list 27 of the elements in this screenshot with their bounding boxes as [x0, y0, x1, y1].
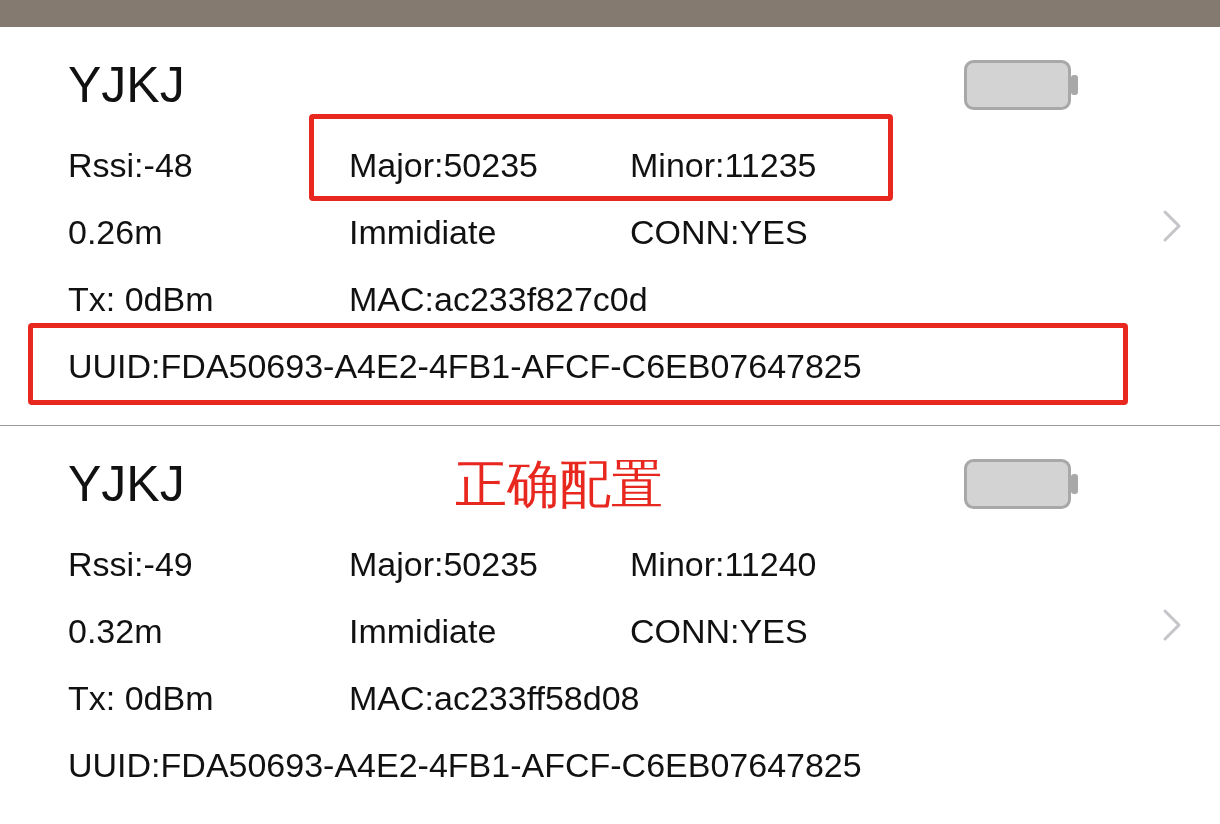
tx-power-text: Tx: 0dBm	[68, 279, 215, 320]
annotation-text: 正确配置	[455, 458, 663, 510]
device-name: YJKJ	[68, 60, 186, 110]
minor-text: Minor:11240	[630, 544, 818, 585]
uuid-text: UUID:FDA50693-A4E2-4FB1-AFCF-C6EB07647825	[68, 346, 862, 387]
distance-text: 0.26m	[68, 212, 164, 253]
major-text: Major:50235	[349, 544, 539, 585]
major-text: Major:50235	[349, 145, 539, 186]
mac-address-text: MAC:ac233f827c0d	[349, 279, 648, 320]
proximity-text: Immidiate	[349, 212, 498, 253]
distance-text: 0.32m	[68, 611, 164, 652]
chevron-right-icon[interactable]	[1162, 209, 1182, 243]
rssi-text: Rssi:-49	[68, 544, 194, 585]
mac-address-text: MAC:ac233ff58d08	[349, 678, 640, 719]
chevron-right-icon[interactable]	[1162, 608, 1182, 642]
proximity-text: Immidiate	[349, 611, 498, 652]
device-name: YJKJ	[68, 459, 186, 509]
minor-text: Minor:11235	[630, 145, 818, 186]
connectable-text: CONN:YES	[630, 611, 809, 652]
uuid-text: UUID:FDA50693-A4E2-4FB1-AFCF-C6EB07647825	[68, 745, 862, 786]
rssi-text: Rssi:-48	[68, 145, 194, 186]
connectable-text: CONN:YES	[630, 212, 809, 253]
device-card[interactable]: YJKJ 正确配置 Rssi:-49 Major:50235 Minor:11240 0.32m Immidiate CONN:YES Tx: 0dBm MAC:ac233ff58d08 UUID:FDA50693-A4E2-4FB1-AFCF-C6EB07647825	[0, 426, 1220, 824]
battery-icon	[964, 459, 1080, 509]
device-card[interactable]: YJKJ Rssi:-48 Major:50235 Minor:11235 0.26m Immidiate CONN:YES Tx: 0dBm MAC:ac233f827c0d UUID:FDA50693-A4E2-4FB1-AFCF-C6EB07647825	[0, 27, 1220, 426]
tx-power-text: Tx: 0dBm	[68, 678, 215, 719]
battery-icon	[964, 60, 1080, 110]
